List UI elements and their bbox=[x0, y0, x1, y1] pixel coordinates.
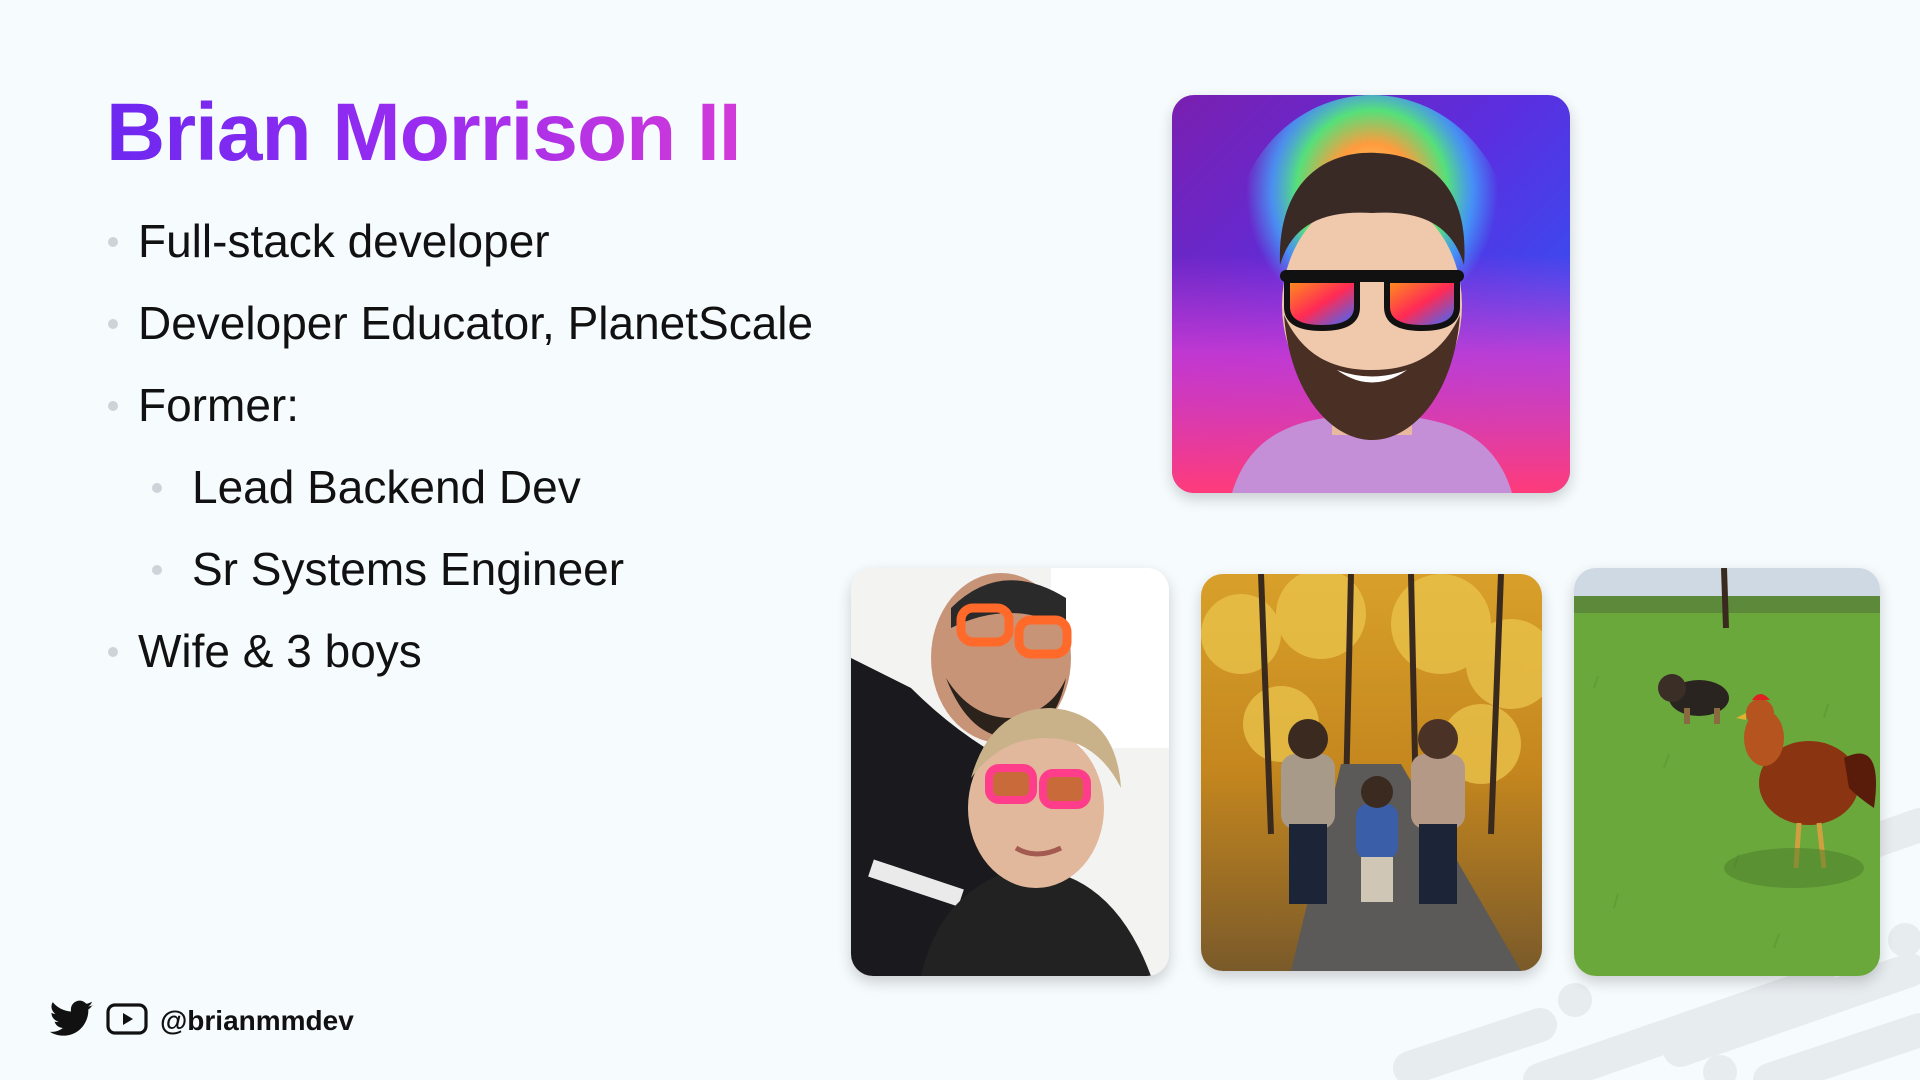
sub-bullet-item: Lead Backend Dev bbox=[106, 446, 813, 528]
bullet-text: Full-stack developer bbox=[138, 215, 550, 267]
bullet-item: Wife & 3 boys bbox=[106, 610, 813, 692]
bullet-item: Full-stack developer bbox=[106, 200, 813, 282]
sub-bullet-item: Sr Systems Engineer bbox=[106, 528, 813, 610]
bullet-list: Full-stack developer Developer Educator,… bbox=[106, 200, 813, 692]
bullet-item: Former: bbox=[106, 364, 813, 446]
slide-title: Brian Morrison II bbox=[106, 87, 742, 178]
bullet-dot bbox=[152, 483, 162, 493]
avatar-image bbox=[1172, 95, 1570, 493]
bullet-dot bbox=[152, 565, 162, 575]
bullet-text: Lead Backend Dev bbox=[192, 461, 581, 513]
bullet-dot bbox=[108, 647, 118, 657]
slide: Brian Morrison II Full-stack developer D… bbox=[0, 0, 1920, 1080]
social-handle[interactable]: @brianmmdev bbox=[160, 1005, 354, 1037]
bullet-text: Developer Educator, PlanetScale bbox=[138, 297, 814, 349]
dog-rooster-photo bbox=[1574, 568, 1880, 976]
bullet-dot bbox=[108, 401, 118, 411]
bullet-text: Sr Systems Engineer bbox=[192, 543, 625, 595]
bullet-dot bbox=[108, 237, 118, 247]
couple-photo bbox=[851, 568, 1169, 976]
twitter-icon[interactable] bbox=[49, 1000, 94, 1043]
footer-social: @brianmmdev bbox=[49, 1000, 354, 1043]
bullet-text: Former: bbox=[138, 379, 299, 431]
bullet-text: Wife & 3 boys bbox=[138, 625, 422, 677]
bullet-dot bbox=[108, 319, 118, 329]
bullet-item: Developer Educator, PlanetScale bbox=[106, 282, 813, 364]
kids-forest-photo bbox=[1201, 574, 1542, 971]
youtube-icon[interactable] bbox=[106, 1002, 148, 1040]
